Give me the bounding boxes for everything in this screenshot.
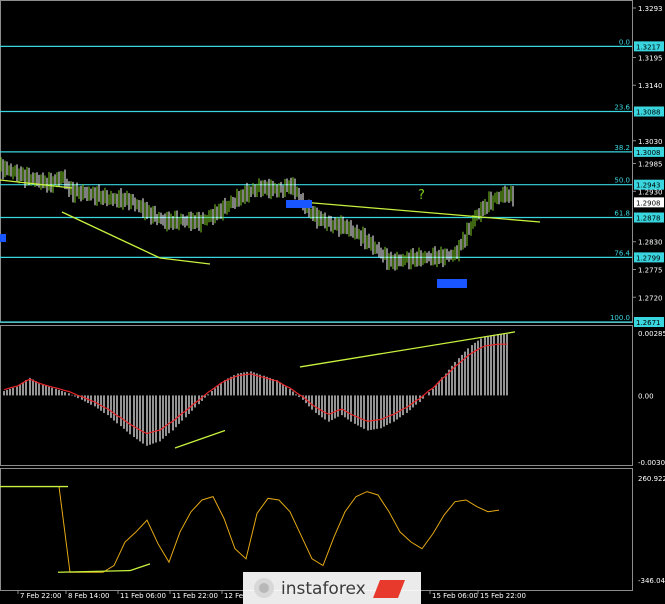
time-label: 8 Feb 14:00 — [68, 592, 109, 600]
fib-label: 100.0 — [610, 314, 630, 322]
macd-tick-label: -0.00304 — [638, 459, 665, 467]
price-tag-label: 1.2943 — [636, 182, 661, 190]
price-tick-label: 1.3293 — [638, 5, 663, 13]
cci-bottom-line — [57, 569, 131, 573]
fib-label: 61.8 — [614, 210, 630, 218]
cci-divergence-line — [129, 563, 151, 572]
price-tick-label: 1.3140 — [638, 82, 663, 90]
cci-tick-label: -346.0429 — [638, 577, 665, 585]
macd-divergence-high — [299, 331, 516, 368]
highlight-box-low — [437, 279, 467, 288]
price-tag-label: 1.2908 — [636, 199, 661, 207]
highlight-box-high — [286, 200, 312, 208]
price-tag-label: 1.2671 — [636, 319, 661, 327]
cci-line — [4, 486, 500, 573]
fib-label: 38.2 — [614, 144, 630, 152]
price-tick-label: 1.3030 — [638, 138, 663, 146]
time-label: 12 Fe — [224, 592, 243, 600]
macd-tick-label: 0.00285 — [638, 330, 665, 338]
price-tag-label: 1.2878 — [636, 215, 661, 223]
instaforex-watermark: instaforex — [243, 572, 421, 604]
fib-label: 76.4 — [614, 249, 630, 257]
cci-tick-label: 260.9228 — [638, 475, 665, 483]
macd-signal-line — [3, 343, 507, 435]
trading-chart: 0.0 23.6 38.2 50.0 61.8 76.4 100.0 ? 1.3293 1.3… — [0, 0, 665, 604]
price-tag-label: 1.3088 — [636, 108, 661, 116]
time-label: 11 Feb 06:00 — [120, 592, 166, 600]
fib-label: 23.6 — [614, 103, 630, 111]
price-tick-label: 1.2985 — [638, 160, 663, 168]
price-tick-label: 1.3195 — [638, 54, 663, 62]
fib-label: 50.0 — [614, 177, 630, 185]
macd-divergence-low — [174, 429, 226, 449]
price-tag-label: 1.2799 — [636, 254, 661, 262]
price-tag-label: 1.3008 — [636, 149, 661, 157]
fib-label: 0.0 — [619, 38, 630, 46]
time-label: 15 Feb 22:00 — [480, 592, 526, 600]
price-tick-label: 1.2775 — [638, 266, 663, 274]
question-annotation: ? — [418, 188, 425, 203]
watermark-text: instaforex — [281, 579, 366, 599]
price-tick-label: 1.2830 — [638, 239, 663, 247]
main-price-panel — [0, 0, 633, 323]
macd-tick-label: 0.00 — [638, 392, 654, 400]
time-label: 11 Feb 22:00 — [172, 592, 218, 600]
time-label: 15 Feb 06:00 — [432, 592, 478, 600]
price-tick-label: 1.2720 — [638, 294, 663, 302]
highlight-box-left — [0, 234, 6, 242]
trendline-bottom-left — [159, 257, 211, 265]
price-tag-label: 1.3217 — [636, 43, 661, 51]
time-label: 7 Feb 22:00 — [20, 592, 61, 600]
